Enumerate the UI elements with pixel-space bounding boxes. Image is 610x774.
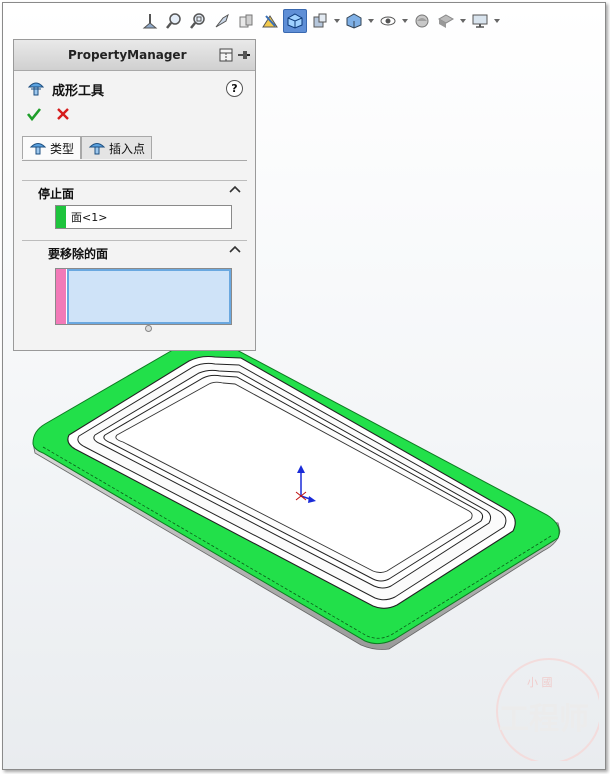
remove-faces-color-swatch bbox=[56, 269, 66, 324]
tab-insert-point[interactable]: 插入点 bbox=[81, 136, 153, 159]
tab-insert-point-label: 插入点 bbox=[109, 141, 146, 156]
collapse-chevron-up-icon[interactable] bbox=[229, 183, 241, 197]
apply-scene-icon[interactable] bbox=[411, 10, 433, 32]
ok-button[interactable] bbox=[26, 106, 42, 125]
main-window: PropertyManager 成形工具 ? 类型 插入点 停止面 面<1> 要… bbox=[2, 2, 606, 770]
tab-type[interactable]: 类型 bbox=[22, 136, 82, 159]
remove-faces-group-title: 要移除的面 bbox=[48, 247, 109, 261]
stop-face-group-title: 停止面 bbox=[38, 187, 75, 201]
edit-appearance-icon[interactable] bbox=[377, 10, 399, 32]
property-manager-header: PropertyManager bbox=[14, 40, 255, 71]
property-manager-title: PropertyManager bbox=[68, 48, 187, 62]
view-settings-icon[interactable] bbox=[469, 10, 491, 32]
render-tools-icon[interactable] bbox=[435, 10, 457, 32]
section-view-icon[interactable] bbox=[235, 10, 257, 32]
tab-type-label: 类型 bbox=[50, 141, 75, 156]
watermark-logo: 小 國 工程师 bbox=[496, 658, 599, 761]
show-preview-icon[interactable] bbox=[218, 47, 234, 66]
forming-tool-icon bbox=[26, 78, 46, 101]
stop-face-color-swatch bbox=[56, 206, 66, 228]
resize-grip-icon[interactable] bbox=[145, 325, 152, 332]
zoom-to-fit-icon[interactable] bbox=[163, 10, 185, 32]
tab-divider bbox=[22, 160, 247, 161]
heads-up-view-toolbar bbox=[139, 7, 549, 35]
dynamic-annotation-icon[interactable] bbox=[259, 10, 281, 32]
zoom-to-area-icon[interactable] bbox=[187, 10, 209, 32]
edit-appearance-dropdown-icon[interactable] bbox=[401, 10, 409, 32]
forming-tool-icon bbox=[29, 143, 47, 155]
scene-dropdown-icon[interactable] bbox=[459, 10, 467, 32]
display-style-icon[interactable] bbox=[309, 10, 331, 32]
display-style-dropdown-icon[interactable] bbox=[333, 10, 341, 32]
watermark-small-text: 小 國 bbox=[527, 676, 553, 689]
push-pin-icon[interactable] bbox=[237, 47, 251, 66]
stop-face-group: 停止面 bbox=[22, 180, 247, 201]
feature-header: 成形工具 bbox=[26, 78, 104, 101]
remove-faces-selection-box[interactable] bbox=[55, 268, 232, 325]
checkmark-icon bbox=[26, 108, 42, 122]
standard-views-icon[interactable] bbox=[283, 9, 307, 33]
forming-tool-icon bbox=[88, 143, 106, 155]
view-orientation-icon[interactable] bbox=[139, 10, 161, 32]
watermark-text: 工程师 bbox=[499, 702, 589, 737]
collapse-chevron-up-icon[interactable] bbox=[229, 243, 241, 257]
feature-name: 成形工具 bbox=[52, 84, 105, 99]
property-tabs: 类型 插入点 bbox=[22, 136, 153, 159]
hide-show-icon[interactable] bbox=[343, 10, 365, 32]
stop-face-selection-box[interactable]: 面<1> bbox=[55, 205, 232, 229]
remove-faces-selection-list[interactable] bbox=[67, 269, 231, 324]
close-icon bbox=[57, 108, 69, 120]
remove-faces-group: 要移除的面 bbox=[22, 240, 247, 261]
cancel-button[interactable] bbox=[56, 107, 70, 124]
previous-view-icon[interactable] bbox=[211, 10, 233, 32]
stop-face-selection-value: 面<1> bbox=[71, 211, 108, 224]
property-manager-panel: PropertyManager 成形工具 ? 类型 插入点 停止面 面<1> 要… bbox=[13, 39, 256, 351]
view-settings-dropdown-icon[interactable] bbox=[493, 10, 501, 32]
help-button[interactable]: ? bbox=[226, 80, 243, 97]
hide-show-dropdown-icon[interactable] bbox=[367, 10, 375, 32]
